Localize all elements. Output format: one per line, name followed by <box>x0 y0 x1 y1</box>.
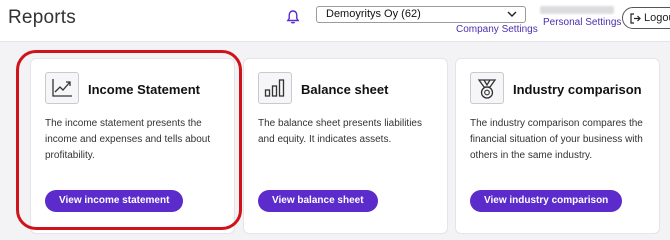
chevron-down-icon <box>507 11 517 17</box>
company-settings-link[interactable]: Company Settings <box>456 24 538 35</box>
bell-icon[interactable] <box>285 9 301 25</box>
view-balance-sheet-button[interactable]: View balance sheet <box>258 190 378 212</box>
card-title: Industry comparison <box>513 82 642 97</box>
personal-settings-link[interactable]: Personal Settings <box>543 17 621 28</box>
medal-icon <box>477 79 497 99</box>
logout-icon <box>630 13 641 24</box>
view-income-statement-button[interactable]: View income statement <box>45 190 184 212</box>
icon-box <box>258 72 292 104</box>
line-chart-icon <box>52 79 72 97</box>
user-name-redacted <box>540 6 614 14</box>
income-statement-card: Income Statement The income statement pr… <box>30 58 235 234</box>
card-description: The industry comparison compares the fin… <box>470 118 643 161</box>
icon-box <box>45 72 79 104</box>
top-bar: Reports Demoyritys Oy (62) Company Setti… <box>0 0 670 42</box>
logout-button[interactable]: Logout <box>622 7 670 29</box>
logout-label: Logout <box>644 12 670 24</box>
view-industry-comparison-button[interactable]: View industry comparison <box>470 190 623 212</box>
card-description: The income statement presents the income… <box>45 118 211 161</box>
card-title: Balance sheet <box>301 82 389 97</box>
industry-comparison-card: Industry comparison The industry compari… <box>455 58 660 234</box>
company-select[interactable]: Demoyritys Oy (62) <box>316 6 526 23</box>
company-select-value: Demoyritys Oy (62) <box>326 8 421 20</box>
icon-box <box>470 72 504 104</box>
card-title: Income Statement <box>88 82 200 97</box>
balance-sheet-card: Balance sheet The balance sheet presents… <box>243 58 448 234</box>
page-title: Reports <box>8 7 76 28</box>
bar-chart-icon <box>264 79 285 97</box>
card-description: The balance sheet presents liabilities a… <box>258 118 422 145</box>
